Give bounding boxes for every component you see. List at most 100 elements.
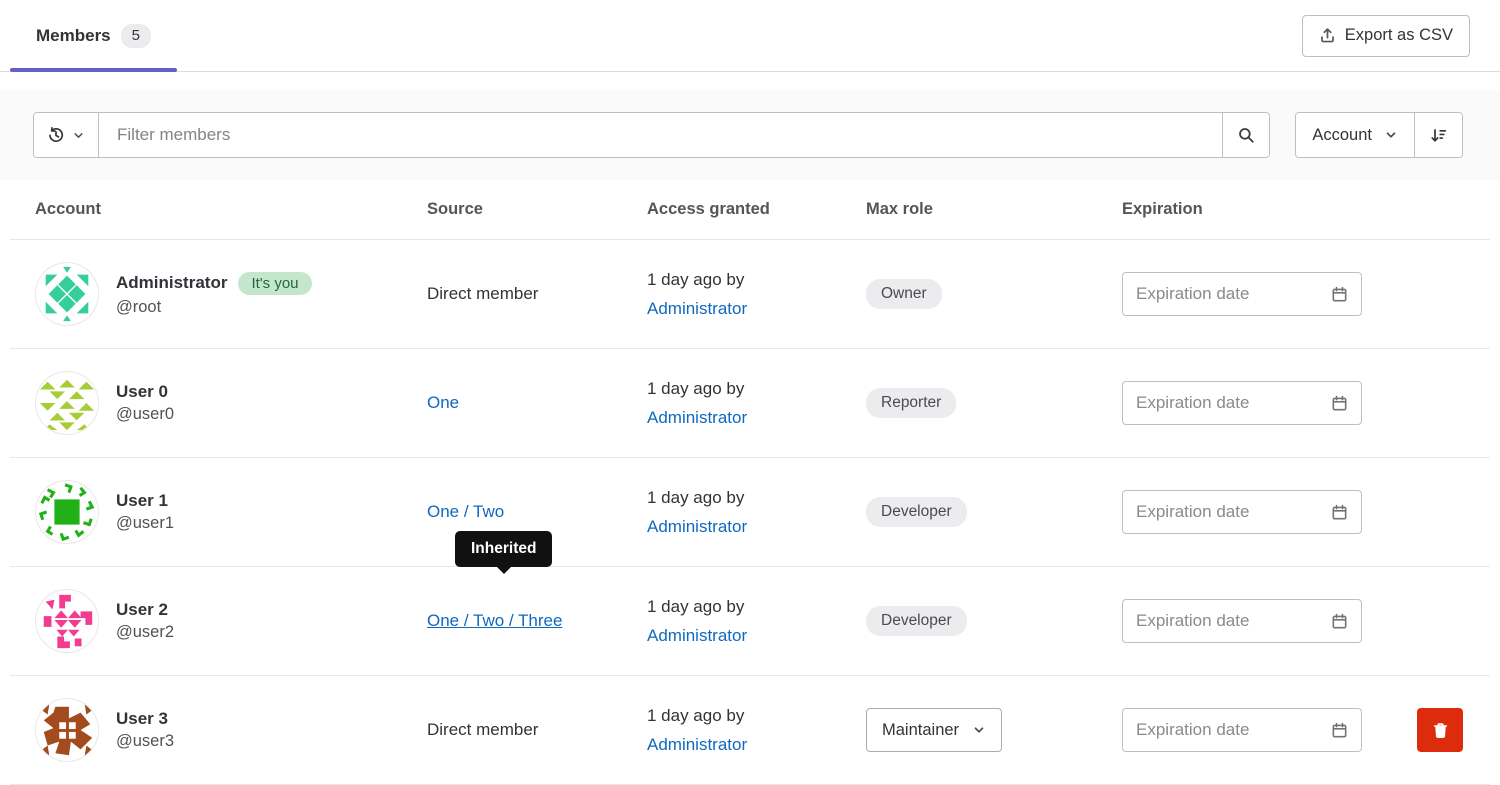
- source-cell: Inherited One / Two / Three: [427, 611, 647, 631]
- role-badge: Developer: [866, 606, 967, 636]
- actions-cell: [1384, 708, 1490, 752]
- expiration-date-field[interactable]: [1122, 272, 1362, 316]
- sort-by-dropdown[interactable]: Account: [1296, 113, 1415, 157]
- access-granted-time: 1 day ago by: [647, 374, 866, 403]
- access-granted-time: 1 day ago by: [647, 265, 866, 294]
- filter-history-button[interactable]: [34, 113, 99, 157]
- max-role-cell: Reporter: [866, 388, 1122, 418]
- search-button[interactable]: [1222, 113, 1269, 157]
- chevron-down-icon: [1384, 128, 1398, 142]
- account-cell: User 1 @user1: [10, 480, 427, 544]
- access-granted-cell: 1 day ago by Administrator: [647, 701, 866, 759]
- expiration-cell: [1122, 599, 1384, 643]
- expiration-date-input[interactable]: [1136, 720, 1331, 740]
- member-name-link[interactable]: Administrator: [116, 273, 227, 293]
- table-row: User 1 @user1 One / Two 1 day ago by Adm…: [10, 458, 1490, 567]
- expiration-date-field[interactable]: [1122, 708, 1362, 752]
- member-username: @user2: [116, 623, 174, 642]
- role-dropdown[interactable]: Maintainer: [866, 708, 1002, 752]
- max-role-cell: Maintainer: [866, 708, 1122, 752]
- member-username: @user0: [116, 405, 174, 424]
- calendar-icon: [1331, 613, 1348, 630]
- calendar-icon: [1331, 722, 1348, 739]
- member-avatar: [35, 262, 99, 326]
- source-link[interactable]: One / Two / Three: [427, 611, 562, 630]
- inherited-tooltip: Inherited: [455, 531, 552, 567]
- source-link[interactable]: Direct member: [427, 284, 538, 303]
- role-badge: Developer: [866, 497, 967, 527]
- expiration-date-input[interactable]: [1136, 502, 1331, 522]
- member-avatar: [35, 480, 99, 544]
- chevron-down-icon: [972, 723, 986, 737]
- member-name-link[interactable]: User 1: [116, 491, 168, 511]
- calendar-icon: [1331, 286, 1348, 303]
- access-granted-cell: 1 day ago by Administrator: [647, 483, 866, 541]
- expiration-cell: [1122, 708, 1384, 752]
- tab-members[interactable]: Members 5: [10, 0, 177, 71]
- table-body: Administrator It's you @root Direct memb…: [10, 240, 1490, 785]
- sort-by-label: Account: [1312, 126, 1372, 145]
- export-icon: [1319, 27, 1336, 44]
- access-granted-by-link[interactable]: Administrator: [647, 517, 747, 536]
- members-table: Account Source Access granted Max role E…: [10, 180, 1490, 785]
- max-role-cell: Developer: [866, 606, 1122, 636]
- members-count-badge: 5: [121, 24, 151, 48]
- access-granted-by-link[interactable]: Administrator: [647, 299, 747, 318]
- source-link[interactable]: One / Two: [427, 502, 504, 521]
- source-cell: One: [427, 393, 647, 413]
- table-header-row: Account Source Access granted Max role E…: [10, 180, 1490, 240]
- expiration-date-input[interactable]: [1136, 393, 1331, 413]
- trash-icon: [1432, 722, 1449, 739]
- expiration-date-field[interactable]: [1122, 381, 1362, 425]
- expiration-cell: [1122, 272, 1384, 316]
- remove-member-button[interactable]: [1417, 708, 1463, 752]
- expiration-date-input[interactable]: [1136, 284, 1331, 304]
- access-granted-time: 1 day ago by: [647, 483, 866, 512]
- member-username: @user3: [116, 732, 174, 751]
- source-cell: One / Two: [427, 502, 647, 522]
- access-granted-by-link[interactable]: Administrator: [647, 626, 747, 645]
- account-cell: User 2 @user2: [10, 589, 427, 653]
- account-cell: User 0 @user0: [10, 371, 427, 435]
- expiration-date-field[interactable]: [1122, 490, 1362, 534]
- expiration-date-field[interactable]: [1122, 599, 1362, 643]
- account-cell: Administrator It's you @root: [10, 262, 427, 326]
- filter-members-input[interactable]: [99, 113, 1222, 157]
- max-role-cell: Developer: [866, 497, 1122, 527]
- its-you-badge: It's you: [238, 272, 311, 295]
- source-cell: Direct member: [427, 284, 647, 304]
- access-granted-cell: 1 day ago by Administrator: [647, 265, 866, 323]
- member-name-link[interactable]: User 3: [116, 709, 168, 729]
- member-avatar: [35, 371, 99, 435]
- member-name-link[interactable]: User 2: [116, 600, 168, 620]
- role-badge: Owner: [866, 279, 942, 309]
- expiration-cell: [1122, 381, 1384, 425]
- export-csv-label: Export as CSV: [1345, 26, 1453, 45]
- calendar-icon: [1331, 395, 1348, 412]
- access-granted-time: 1 day ago by: [647, 701, 866, 730]
- member-avatar: [35, 589, 99, 653]
- sort-direction-button[interactable]: [1415, 113, 1462, 157]
- table-row: User 3 @user3 Direct member 1 day ago by…: [10, 676, 1490, 785]
- calendar-icon: [1331, 504, 1348, 521]
- tab-members-label: Members: [36, 26, 111, 46]
- member-username: @root: [116, 298, 312, 317]
- column-header-max-role: Max role: [866, 200, 1122, 219]
- source-link[interactable]: One: [427, 393, 459, 412]
- table-row: User 2 @user2 Inherited One / Two / Thre…: [10, 567, 1490, 676]
- column-header-source: Source: [427, 200, 647, 219]
- tabs-bar: Members 5 Export as CSV: [0, 0, 1500, 72]
- role-badge: Reporter: [866, 388, 956, 418]
- expiration-date-input[interactable]: [1136, 611, 1331, 631]
- access-granted-by-link[interactable]: Administrator: [647, 408, 747, 427]
- access-granted-time: 1 day ago by: [647, 592, 866, 621]
- history-icon: [47, 126, 65, 144]
- search-icon: [1237, 126, 1255, 144]
- member-username: @user1: [116, 514, 174, 533]
- member-name-link[interactable]: User 0: [116, 382, 168, 402]
- export-csv-button[interactable]: Export as CSV: [1302, 15, 1470, 57]
- source-link[interactable]: Direct member: [427, 720, 538, 739]
- access-granted-by-link[interactable]: Administrator: [647, 735, 747, 754]
- table-row: User 0 @user0 One 1 day ago by Administr…: [10, 349, 1490, 458]
- account-cell: User 3 @user3: [10, 698, 427, 762]
